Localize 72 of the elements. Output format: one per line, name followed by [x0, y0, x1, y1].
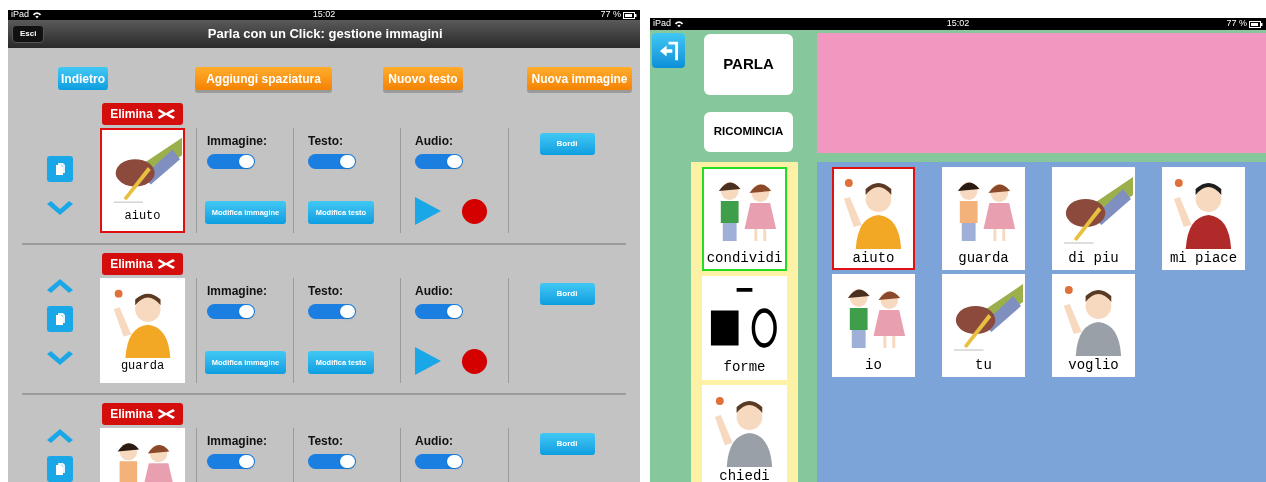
exit-icon	[658, 39, 679, 62]
close-icon	[157, 408, 175, 420]
category-card[interactable]: forme	[702, 276, 787, 380]
delete-button[interactable]: Elimina	[102, 103, 183, 125]
copy-button[interactable]	[47, 456, 73, 482]
device-name: iPad	[11, 10, 29, 22]
section-heading: Testo:	[308, 283, 344, 300]
section-heading: Testo:	[308, 433, 344, 450]
symbol-card[interactable]: guarda	[942, 167, 1025, 270]
toggle-switch[interactable]	[415, 304, 463, 319]
card-label: io	[865, 356, 882, 374]
wifi-icon	[674, 20, 684, 28]
section-heading: Testo:	[308, 133, 344, 150]
copy-icon	[55, 463, 65, 475]
image-label: aiuto	[124, 208, 161, 224]
battery-icon	[1249, 20, 1263, 28]
speak-button[interactable]: PARLA	[704, 34, 793, 95]
toggle-switch[interactable]	[415, 454, 463, 469]
symbol-card[interactable]: aiuto	[832, 167, 915, 270]
card-label: guarda	[958, 249, 1009, 267]
section-heading: Immagine:	[207, 283, 267, 300]
section-heading: Audio:	[415, 433, 453, 450]
card-label: mi piace	[1169, 249, 1238, 267]
category-card[interactable]: condividi	[702, 167, 787, 271]
toggle-switch[interactable]	[207, 454, 255, 469]
toggle-switch[interactable]	[207, 154, 255, 169]
copy-button[interactable]	[47, 156, 73, 182]
symbol-card[interactable]: tu	[942, 274, 1025, 377]
image-label: guarda	[120, 358, 165, 374]
battery-percent: 77 %	[1226, 18, 1247, 31]
image-card[interactable]: aiuto	[100, 128, 185, 233]
card-label: forme	[723, 358, 766, 376]
window-title: Parla con un Click: gestione immagini	[207, 25, 443, 44]
delete-button[interactable]: Elimina	[102, 253, 183, 275]
symbol-card[interactable]: mi piace	[1162, 167, 1245, 270]
section-heading: Audio:	[415, 133, 453, 150]
delete-button[interactable]: Elimina	[102, 403, 183, 425]
toggle-switch[interactable]	[308, 304, 356, 319]
battery-icon	[622, 11, 637, 19]
card-label: chiedi	[719, 467, 770, 482]
card-label: tu	[975, 356, 992, 374]
toggle-switch[interactable]	[207, 304, 255, 319]
toggle-switch[interactable]	[415, 154, 463, 169]
card-label: condividi	[706, 249, 783, 267]
copy-button[interactable]	[47, 306, 73, 332]
record-icon[interactable]	[461, 347, 488, 375]
symbol-card[interactable]: di piu	[1052, 167, 1135, 270]
image-card[interactable]: guarda	[100, 278, 185, 383]
category-card[interactable]: chiedi	[702, 385, 787, 482]
close-icon	[157, 258, 175, 270]
clock: 15:02	[312, 10, 336, 22]
wifi-icon	[32, 11, 42, 19]
card-label: voglio	[1068, 356, 1119, 374]
close-icon	[157, 108, 175, 120]
device-name: iPad	[653, 18, 671, 31]
section-heading: Audio:	[415, 283, 453, 300]
copy-icon	[55, 163, 65, 175]
exit-button[interactable]	[652, 33, 685, 68]
symbol-card[interactable]: voglio	[1052, 274, 1135, 377]
record-icon[interactable]	[461, 197, 488, 225]
exit-button[interactable]: Esci	[12, 25, 45, 43]
clock: 15:02	[946, 18, 970, 31]
toggle-switch[interactable]	[308, 154, 356, 169]
card-label: di piu	[1068, 249, 1119, 267]
symbol-card[interactable]: io	[832, 274, 915, 377]
toggle-switch[interactable]	[308, 454, 356, 469]
restart-button[interactable]: RICOMINCIA	[704, 112, 793, 152]
section-heading: Immagine:	[207, 133, 267, 150]
copy-icon	[55, 313, 65, 325]
battery-percent: 77 %	[600, 10, 621, 22]
card-label: aiuto	[852, 249, 895, 267]
section-heading: Immagine:	[207, 433, 267, 450]
